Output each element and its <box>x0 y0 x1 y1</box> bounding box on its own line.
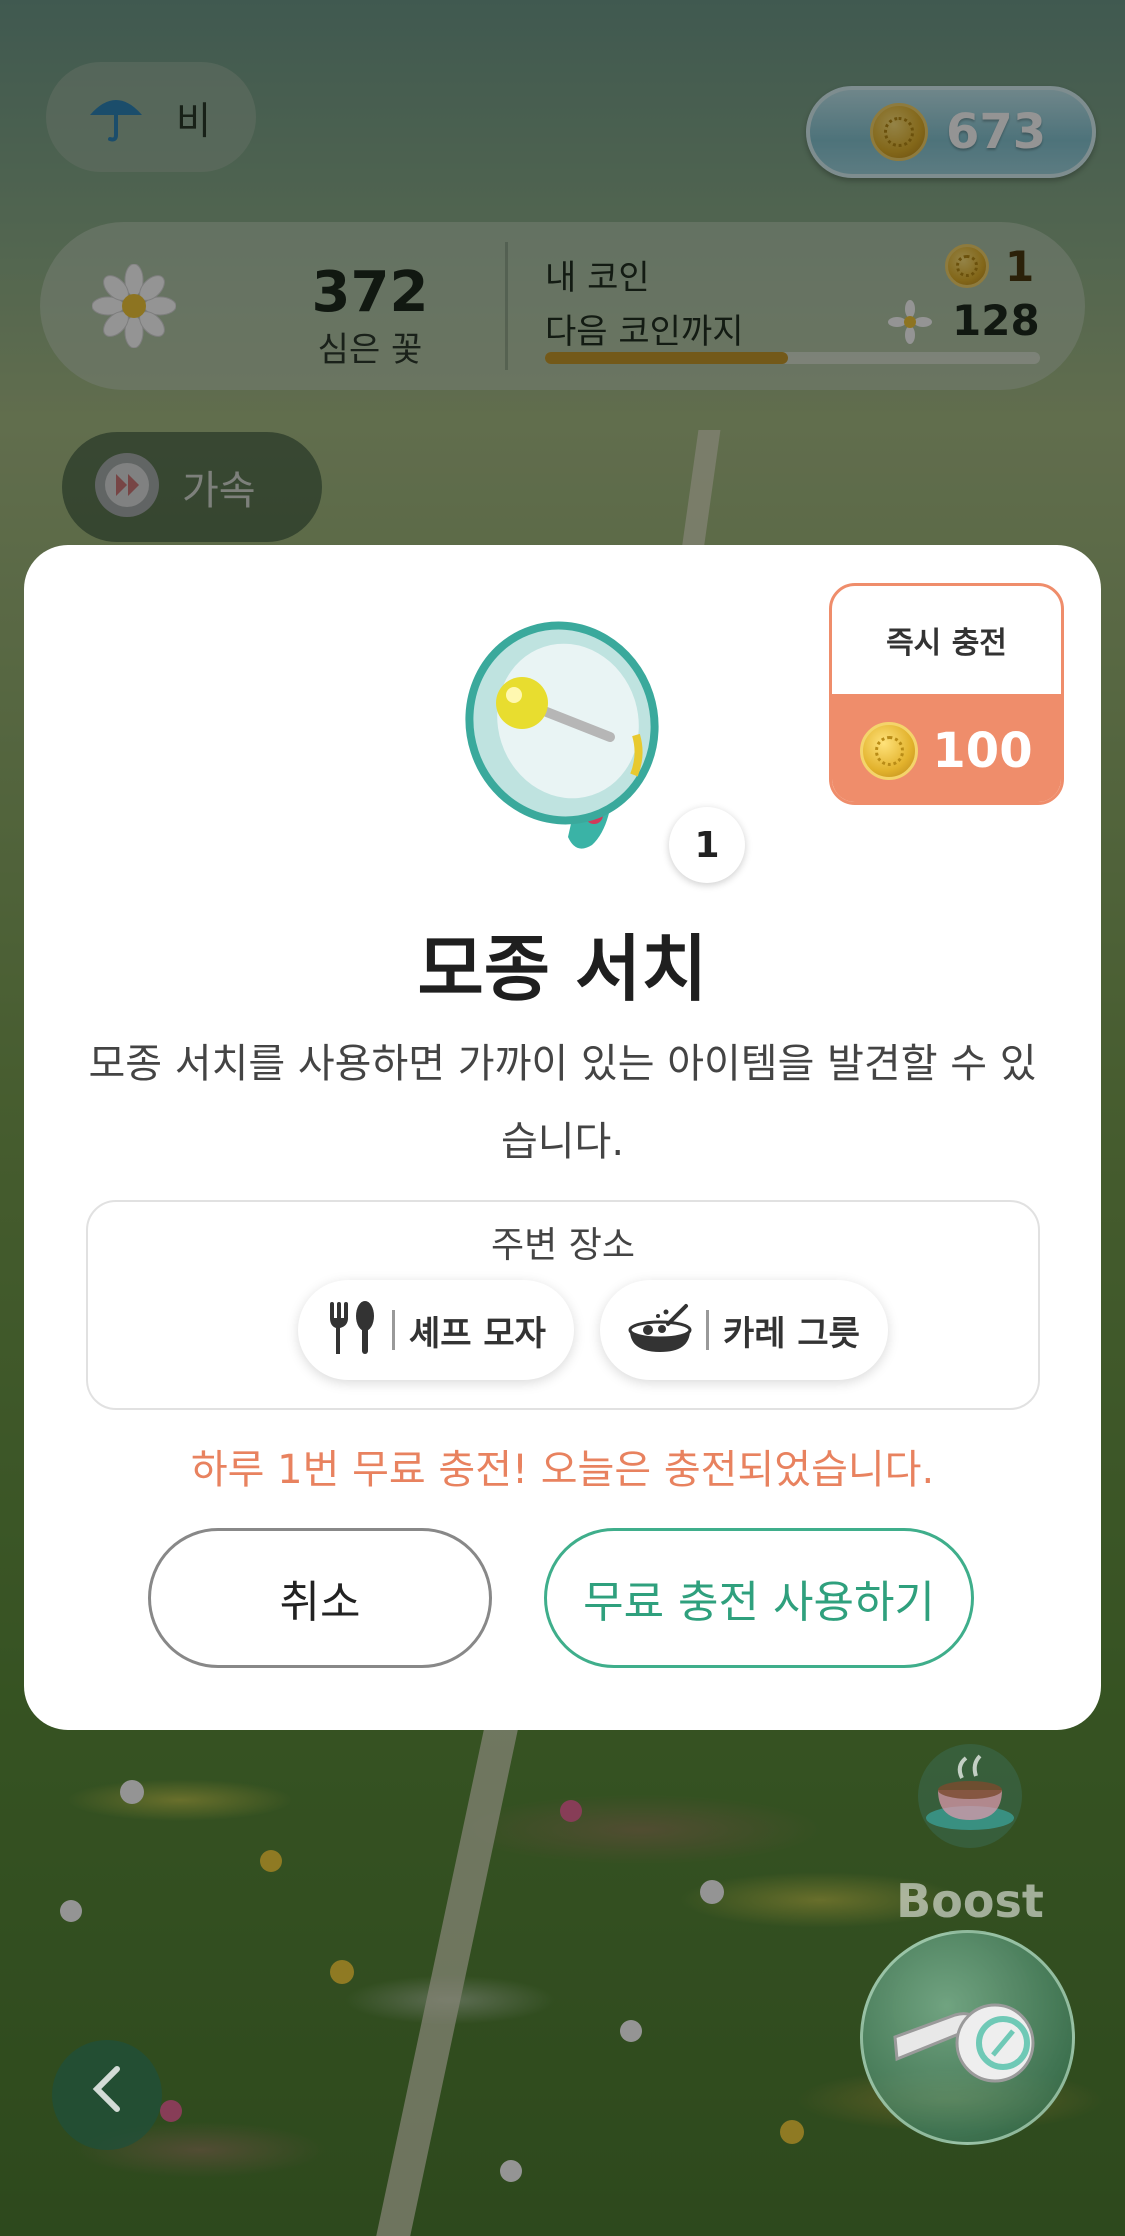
item-count-badge: 1 <box>669 807 745 883</box>
fork-knife-icon <box>326 1300 378 1360</box>
chevron-left-icon <box>87 2063 127 2128</box>
use-free-charge-button[interactable]: 무료 충전 사용하기 <box>544 1528 974 1668</box>
curry-bowl-icon <box>628 1302 692 1358</box>
chip-separator <box>706 1310 709 1350</box>
dialog-title: 모종 서치 <box>417 927 708 1011</box>
instant-charge-label: 즉시 충전 <box>886 626 1007 661</box>
teacup-icon <box>912 1738 1028 1852</box>
dialog-description: 모종 서치를 사용하면 가까이 있는 아이템을 발견할 수 있습니다. <box>88 1041 1037 1165</box>
free-charge-notice: 하루 1번 무료 충전! 오늘은 충전되었습니다. <box>190 1447 935 1493</box>
cancel-button[interactable]: 취소 <box>148 1528 492 1668</box>
seedling-search-dialog: 즉시 충전 100 1 모종 서치 모종 서치를 사용하면 가까이 있는 아이템… <box>24 545 1101 1730</box>
nearby-place-chip[interactable]: 셰프 모자 <box>298 1280 574 1380</box>
chip-separator <box>392 1310 395 1350</box>
boost-button[interactable]: Boost <box>890 1738 1050 1928</box>
nearby-place-chip[interactable]: 카레 그릇 <box>600 1280 888 1380</box>
instant-charge-price: 100 <box>932 723 1033 779</box>
instant-charge-button[interactable]: 즉시 충전 100 <box>829 583 1064 805</box>
whistle-button[interactable] <box>860 1930 1075 2145</box>
megaphone-icon <box>464 615 684 855</box>
whistle-icon <box>885 1981 1055 2105</box>
nearby-places-box: 주변 장소 셰프 모자 카레 그릇 <box>86 1200 1040 1410</box>
coin-icon <box>860 722 919 780</box>
nearby-places-title: 주변 장소 <box>491 1225 635 1266</box>
nearby-place-label: 셰프 모자 <box>409 1313 546 1354</box>
nearby-place-label: 카레 그릇 <box>723 1313 860 1354</box>
back-button[interactable] <box>52 2040 162 2150</box>
boost-label: Boost <box>896 1874 1044 1928</box>
